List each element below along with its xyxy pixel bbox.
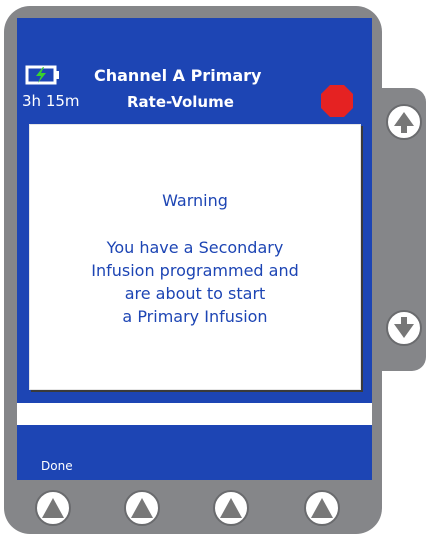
down-arrow-icon xyxy=(394,317,414,338)
up-triangle-icon xyxy=(311,498,333,518)
dialog-title: Warning xyxy=(162,191,228,210)
softkey-2-button[interactable] xyxy=(124,490,160,526)
up-triangle-icon xyxy=(131,498,153,518)
battery-charging-icon xyxy=(25,65,59,85)
screen-divider-bar xyxy=(17,403,372,425)
softkey-1-button[interactable] xyxy=(35,490,71,526)
softkey-4-button[interactable] xyxy=(304,490,340,526)
dialog-message-line: are about to start xyxy=(124,284,266,303)
up-triangle-icon xyxy=(42,498,64,518)
dialog-message-line: You have a Secondary xyxy=(106,238,284,257)
dialog-message-line: Infusion programmed and xyxy=(91,261,299,280)
channel-title: Channel A Primary xyxy=(94,66,262,85)
battery-time-remaining: 3h 15m xyxy=(22,92,80,110)
scroll-up-button[interactable] xyxy=(386,104,422,140)
softkey-3-button[interactable] xyxy=(213,490,249,526)
stop-sign-icon xyxy=(321,85,353,117)
warning-dialog: Warning You have a Secondary Infusion pr… xyxy=(29,124,361,390)
infusion-mode: Rate-Volume xyxy=(127,93,234,111)
dialog-message: You have a Secondary Infusion programmed… xyxy=(30,236,360,328)
scroll-down-button[interactable] xyxy=(386,310,422,346)
up-arrow-icon xyxy=(394,112,414,133)
up-triangle-icon xyxy=(220,498,242,518)
dialog-message-line: a Primary Infusion xyxy=(122,307,268,326)
softkey-1-label: Done xyxy=(41,459,73,473)
